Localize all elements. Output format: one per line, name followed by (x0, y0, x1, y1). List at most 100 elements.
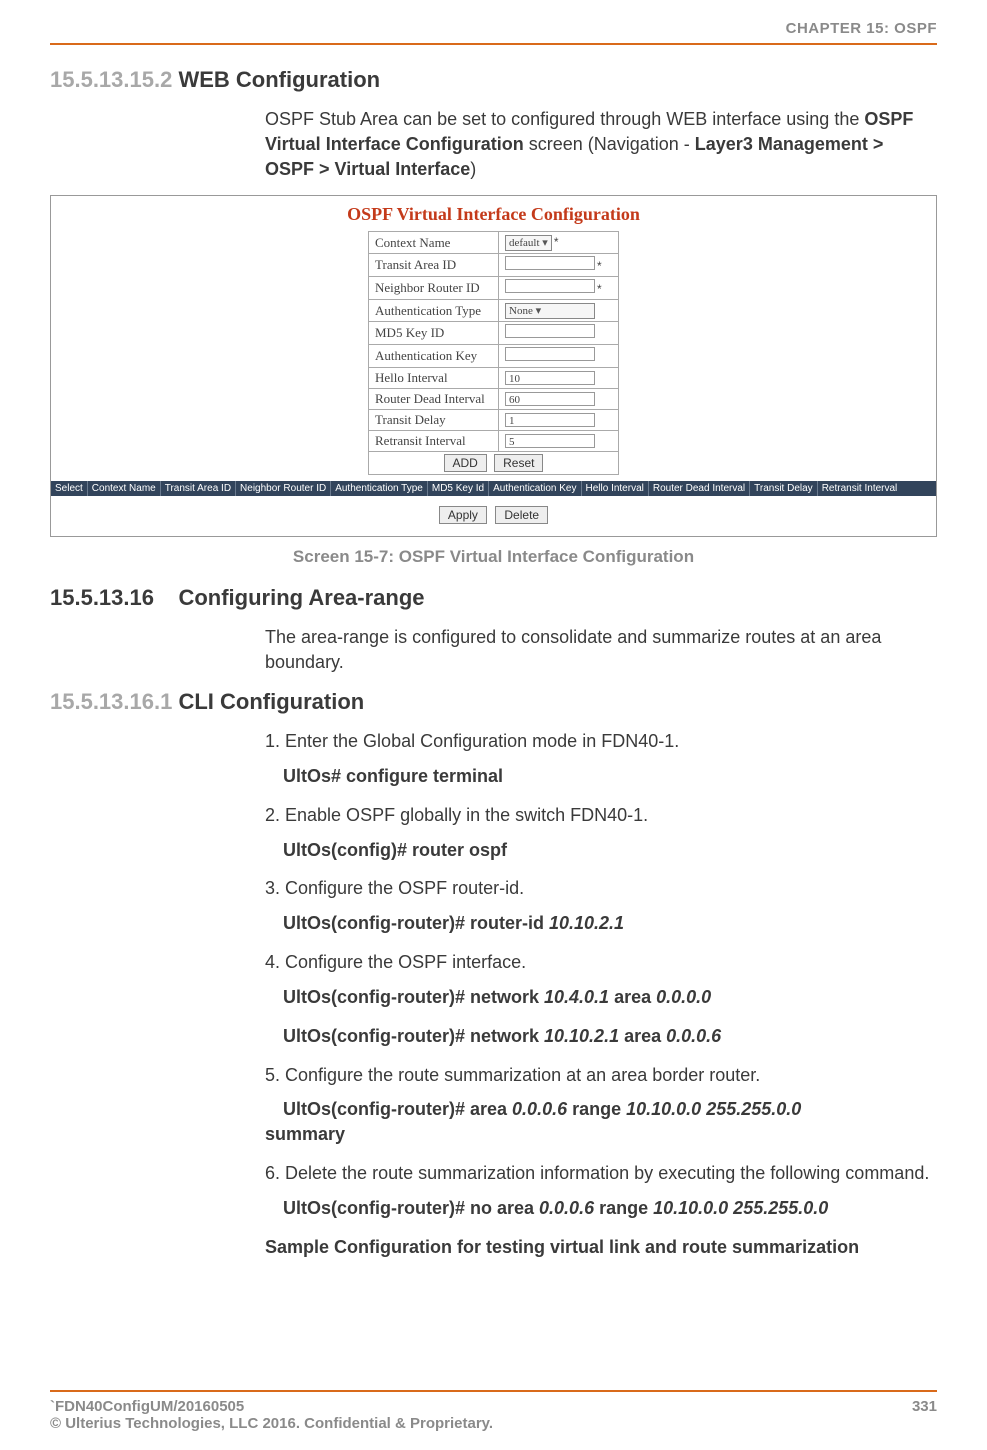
arg: 0.0.0.0 (656, 987, 711, 1007)
delete-button[interactable]: Delete (495, 506, 548, 524)
label: Neighbor Router ID (369, 277, 499, 300)
text: ) (470, 159, 476, 179)
transit-delay-input[interactable]: 1 (505, 413, 595, 427)
text: summary (265, 1124, 345, 1144)
heading-web-config: 15.5.13.15.2 WEB Configuration (50, 67, 937, 93)
heading-area-range: 15.5.13.16 Configuring Area-range (50, 585, 937, 611)
cmd-3: UltOs(config-router)# router-id 10.10.2.… (283, 911, 937, 936)
step-4: 4. Configure the OSPF interface. (265, 950, 937, 975)
auth-key-input[interactable] (505, 347, 595, 361)
required-mark: * (552, 235, 559, 249)
row-retransit-interval: Retransit Interval 5 (369, 431, 619, 452)
heading-number: 15.5.13.15.2 (50, 67, 172, 92)
label: Authentication Type (369, 300, 499, 322)
heading-number: 15.5.13.16 (50, 585, 154, 610)
step-1: 1. Enter the Global Configuration mode i… (265, 729, 937, 754)
footer-docid: `FDN40ConfigUM/20160505 (50, 1398, 244, 1415)
text: range (567, 1099, 626, 1119)
neighbor-router-input[interactable] (505, 279, 595, 293)
arg: 10.4.0.1 (544, 987, 609, 1007)
text: area (609, 987, 656, 1007)
col-transit-area-id: Transit Area ID (161, 481, 236, 496)
chapter-label: CHAPTER 15: OSPF (50, 20, 937, 37)
row-authentication-type: Authentication Type None (369, 300, 619, 322)
label: Hello Interval (369, 368, 499, 389)
cli-steps: 1. Enter the Global Configuration mode i… (265, 729, 937, 1259)
transit-area-input[interactable] (505, 256, 595, 270)
text: range (594, 1198, 653, 1218)
text: UltOs(config-router)# area (283, 1099, 512, 1119)
heading-title: WEB Configuration (178, 67, 380, 92)
row-add-reset: ADD Reset (369, 452, 619, 475)
reset-button[interactable]: Reset (494, 454, 543, 472)
arg: 10.10.0.0 255.255.0.0 (653, 1198, 828, 1218)
md5-key-input[interactable] (505, 324, 595, 338)
text: UltOs(config-router)# no area (283, 1198, 539, 1218)
arg: 10.10.2.1 (549, 913, 624, 933)
text: UltOs(config-router)# router-id (283, 913, 549, 933)
arg: 10.10.0.0 255.255.0.0 (626, 1099, 801, 1119)
footer-copyright: © Ulterius Technologies, LLC 2016. Confi… (50, 1415, 493, 1432)
apply-button[interactable]: Apply (439, 506, 487, 524)
cmd-4a: UltOs(config-router)# network 10.4.0.1 a… (283, 985, 937, 1010)
label: Transit Delay (369, 410, 499, 431)
cmd-4b: UltOs(config-router)# network 10.10.2.1 … (283, 1024, 937, 1049)
col-context-name: Context Name (88, 481, 161, 496)
figure-caption: Screen 15-7: OSPF Virtual Interface Conf… (50, 547, 937, 567)
cmd-5: UltOs(config-router)# area 0.0.0.6 range… (265, 1097, 937, 1147)
text: UltOs(config-router)# network (283, 987, 544, 1007)
retransit-input[interactable]: 5 (505, 434, 595, 448)
webconfig-paragraph: OSPF Stub Area can be set to configured … (265, 107, 937, 181)
text: screen (Navigation - (524, 134, 695, 154)
context-name-select[interactable]: default (505, 235, 552, 251)
step-2: 2. Enable OSPF globally in the switch FD… (265, 803, 937, 828)
row-transit-area-id: Transit Area ID * (369, 254, 619, 277)
text: UltOs(config-router)# network (283, 1026, 544, 1046)
cmd-1: UltOs# configure terminal (283, 764, 937, 789)
label: Router Dead Interval (369, 389, 499, 410)
router-dead-input[interactable]: 60 (505, 392, 595, 406)
apply-delete-row: Apply Delete (51, 506, 936, 524)
label: MD5 Key ID (369, 322, 499, 345)
step-5: 5. Configure the route summarization at … (265, 1063, 937, 1088)
col-hello-interval: Hello Interval (582, 481, 649, 496)
col-router-dead-interval: Router Dead Interval (649, 481, 750, 496)
row-transit-delay: Transit Delay 1 (369, 410, 619, 431)
hello-interval-input[interactable]: 10 (505, 371, 595, 385)
required-mark: * (595, 282, 602, 296)
col-select: Select (51, 481, 88, 496)
page-header: CHAPTER 15: OSPF (50, 20, 937, 45)
cmd-6: UltOs(config-router)# no area 0.0.0.6 ra… (283, 1196, 937, 1221)
row-context-name: Context Name default* (369, 232, 619, 254)
heading-title: CLI Configuration (178, 689, 364, 714)
arg: 0.0.0.6 (512, 1099, 567, 1119)
config-form-table: Context Name default* Transit Area ID * … (368, 231, 619, 475)
auth-type-select[interactable]: None (505, 303, 595, 319)
row-neighbor-router-id: Neighbor Router ID * (369, 277, 619, 300)
footer-page-number: 331 (912, 1398, 937, 1432)
result-table-header: Select Context Name Transit Area ID Neig… (51, 481, 936, 496)
col-authentication-type: Authentication Type (331, 481, 428, 496)
required-mark: * (595, 259, 602, 273)
row-hello-interval: Hello Interval 10 (369, 368, 619, 389)
label: Authentication Key (369, 345, 499, 368)
row-authentication-key: Authentication Key (369, 345, 619, 368)
label: Transit Area ID (369, 254, 499, 277)
footer-left: `FDN40ConfigUM/20160505 © Ulterius Techn… (50, 1398, 493, 1432)
page-footer: `FDN40ConfigUM/20160505 © Ulterius Techn… (0, 1390, 987, 1432)
step-6: 6. Delete the route summarization inform… (265, 1161, 937, 1186)
text: area (619, 1026, 666, 1046)
row-md5-key-id: MD5 Key ID (369, 322, 619, 345)
heading-title: Configuring Area-range (178, 585, 424, 610)
arg: 0.0.0.6 (666, 1026, 721, 1046)
col-neighbor-router-id: Neighbor Router ID (236, 481, 331, 496)
row-router-dead-interval: Router Dead Interval 60 (369, 389, 619, 410)
heading-cli-config: 15.5.13.16.1 CLI Configuration (50, 689, 937, 715)
col-retransit-interval: Retransit Interval (818, 481, 902, 496)
arg: 0.0.0.6 (539, 1198, 594, 1218)
step-3: 3. Configure the OSPF router-id. (265, 876, 937, 901)
screenshot-title: OSPF Virtual Interface Configuration (51, 204, 936, 225)
add-button[interactable]: ADD (444, 454, 487, 472)
label: Context Name (369, 232, 499, 254)
ospf-virtual-interface-screenshot: OSPF Virtual Interface Configuration Con… (50, 195, 937, 537)
